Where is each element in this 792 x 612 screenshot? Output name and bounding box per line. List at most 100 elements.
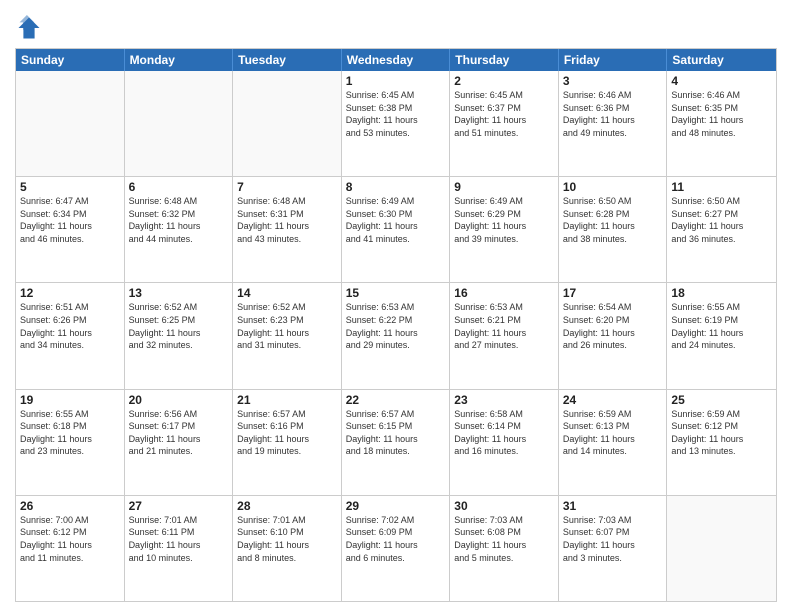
day-info: Sunrise: 7:03 AM Sunset: 6:08 PM Dayligh…	[454, 514, 554, 564]
day-info: Sunrise: 6:53 AM Sunset: 6:22 PM Dayligh…	[346, 301, 446, 351]
cal-cell: 25Sunrise: 6:59 AM Sunset: 6:12 PM Dayli…	[667, 390, 776, 495]
week-row-1: 1Sunrise: 6:45 AM Sunset: 6:38 PM Daylig…	[16, 71, 776, 176]
day-number: 4	[671, 74, 772, 88]
cal-cell: 11Sunrise: 6:50 AM Sunset: 6:27 PM Dayli…	[667, 177, 776, 282]
header-cell-sunday: Sunday	[16, 49, 125, 71]
day-info: Sunrise: 6:54 AM Sunset: 6:20 PM Dayligh…	[563, 301, 663, 351]
day-info: Sunrise: 6:55 AM Sunset: 6:18 PM Dayligh…	[20, 408, 120, 458]
day-info: Sunrise: 7:01 AM Sunset: 6:10 PM Dayligh…	[237, 514, 337, 564]
day-info: Sunrise: 6:56 AM Sunset: 6:17 PM Dayligh…	[129, 408, 229, 458]
day-number: 13	[129, 286, 229, 300]
day-info: Sunrise: 6:47 AM Sunset: 6:34 PM Dayligh…	[20, 195, 120, 245]
header-cell-wednesday: Wednesday	[342, 49, 451, 71]
day-info: Sunrise: 6:52 AM Sunset: 6:25 PM Dayligh…	[129, 301, 229, 351]
cal-cell: 2Sunrise: 6:45 AM Sunset: 6:37 PM Daylig…	[450, 71, 559, 176]
day-info: Sunrise: 6:49 AM Sunset: 6:30 PM Dayligh…	[346, 195, 446, 245]
cal-cell	[233, 71, 342, 176]
cal-cell: 7Sunrise: 6:48 AM Sunset: 6:31 PM Daylig…	[233, 177, 342, 282]
day-info: Sunrise: 7:01 AM Sunset: 6:11 PM Dayligh…	[129, 514, 229, 564]
week-row-5: 26Sunrise: 7:00 AM Sunset: 6:12 PM Dayli…	[16, 495, 776, 601]
cal-cell	[125, 71, 234, 176]
day-info: Sunrise: 6:49 AM Sunset: 6:29 PM Dayligh…	[454, 195, 554, 245]
week-row-2: 5Sunrise: 6:47 AM Sunset: 6:34 PM Daylig…	[16, 176, 776, 282]
cal-cell: 24Sunrise: 6:59 AM Sunset: 6:13 PM Dayli…	[559, 390, 668, 495]
day-number: 30	[454, 499, 554, 513]
cal-cell: 17Sunrise: 6:54 AM Sunset: 6:20 PM Dayli…	[559, 283, 668, 388]
cal-cell: 14Sunrise: 6:52 AM Sunset: 6:23 PM Dayli…	[233, 283, 342, 388]
day-number: 22	[346, 393, 446, 407]
header-cell-tuesday: Tuesday	[233, 49, 342, 71]
day-number: 9	[454, 180, 554, 194]
cal-cell: 31Sunrise: 7:03 AM Sunset: 6:07 PM Dayli…	[559, 496, 668, 601]
logo-icon	[15, 14, 43, 42]
day-info: Sunrise: 6:53 AM Sunset: 6:21 PM Dayligh…	[454, 301, 554, 351]
calendar: SundayMondayTuesdayWednesdayThursdayFrid…	[15, 48, 777, 602]
cal-cell: 9Sunrise: 6:49 AM Sunset: 6:29 PM Daylig…	[450, 177, 559, 282]
cal-cell: 12Sunrise: 6:51 AM Sunset: 6:26 PM Dayli…	[16, 283, 125, 388]
day-info: Sunrise: 6:46 AM Sunset: 6:35 PM Dayligh…	[671, 89, 772, 139]
cal-cell: 15Sunrise: 6:53 AM Sunset: 6:22 PM Dayli…	[342, 283, 451, 388]
cal-cell: 28Sunrise: 7:01 AM Sunset: 6:10 PM Dayli…	[233, 496, 342, 601]
cal-cell: 29Sunrise: 7:02 AM Sunset: 6:09 PM Dayli…	[342, 496, 451, 601]
cal-cell: 27Sunrise: 7:01 AM Sunset: 6:11 PM Dayli…	[125, 496, 234, 601]
day-number: 16	[454, 286, 554, 300]
day-number: 8	[346, 180, 446, 194]
cal-cell: 3Sunrise: 6:46 AM Sunset: 6:36 PM Daylig…	[559, 71, 668, 176]
day-number: 2	[454, 74, 554, 88]
cal-cell	[667, 496, 776, 601]
day-number: 26	[20, 499, 120, 513]
page: SundayMondayTuesdayWednesdayThursdayFrid…	[0, 0, 792, 612]
header	[15, 10, 777, 42]
day-number: 14	[237, 286, 337, 300]
cal-cell: 19Sunrise: 6:55 AM Sunset: 6:18 PM Dayli…	[16, 390, 125, 495]
day-info: Sunrise: 6:46 AM Sunset: 6:36 PM Dayligh…	[563, 89, 663, 139]
day-info: Sunrise: 6:55 AM Sunset: 6:19 PM Dayligh…	[671, 301, 772, 351]
day-number: 15	[346, 286, 446, 300]
day-number: 12	[20, 286, 120, 300]
day-number: 1	[346, 74, 446, 88]
header-cell-thursday: Thursday	[450, 49, 559, 71]
day-info: Sunrise: 6:48 AM Sunset: 6:31 PM Dayligh…	[237, 195, 337, 245]
day-number: 21	[237, 393, 337, 407]
day-number: 11	[671, 180, 772, 194]
week-row-4: 19Sunrise: 6:55 AM Sunset: 6:18 PM Dayli…	[16, 389, 776, 495]
cal-cell: 20Sunrise: 6:56 AM Sunset: 6:17 PM Dayli…	[125, 390, 234, 495]
week-row-3: 12Sunrise: 6:51 AM Sunset: 6:26 PM Dayli…	[16, 282, 776, 388]
day-info: Sunrise: 6:45 AM Sunset: 6:37 PM Dayligh…	[454, 89, 554, 139]
cal-cell: 23Sunrise: 6:58 AM Sunset: 6:14 PM Dayli…	[450, 390, 559, 495]
cal-cell: 6Sunrise: 6:48 AM Sunset: 6:32 PM Daylig…	[125, 177, 234, 282]
day-number: 25	[671, 393, 772, 407]
day-number: 5	[20, 180, 120, 194]
day-info: Sunrise: 6:51 AM Sunset: 6:26 PM Dayligh…	[20, 301, 120, 351]
cal-cell: 16Sunrise: 6:53 AM Sunset: 6:21 PM Dayli…	[450, 283, 559, 388]
day-info: Sunrise: 6:50 AM Sunset: 6:27 PM Dayligh…	[671, 195, 772, 245]
cal-cell: 26Sunrise: 7:00 AM Sunset: 6:12 PM Dayli…	[16, 496, 125, 601]
cal-cell: 1Sunrise: 6:45 AM Sunset: 6:38 PM Daylig…	[342, 71, 451, 176]
day-number: 10	[563, 180, 663, 194]
day-info: Sunrise: 6:57 AM Sunset: 6:16 PM Dayligh…	[237, 408, 337, 458]
calendar-header: SundayMondayTuesdayWednesdayThursdayFrid…	[16, 49, 776, 71]
day-info: Sunrise: 6:48 AM Sunset: 6:32 PM Dayligh…	[129, 195, 229, 245]
header-cell-saturday: Saturday	[667, 49, 776, 71]
header-cell-monday: Monday	[125, 49, 234, 71]
cal-cell: 21Sunrise: 6:57 AM Sunset: 6:16 PM Dayli…	[233, 390, 342, 495]
day-info: Sunrise: 6:58 AM Sunset: 6:14 PM Dayligh…	[454, 408, 554, 458]
day-info: Sunrise: 7:02 AM Sunset: 6:09 PM Dayligh…	[346, 514, 446, 564]
header-cell-friday: Friday	[559, 49, 668, 71]
cal-cell: 22Sunrise: 6:57 AM Sunset: 6:15 PM Dayli…	[342, 390, 451, 495]
logo	[15, 14, 47, 42]
cal-cell: 18Sunrise: 6:55 AM Sunset: 6:19 PM Dayli…	[667, 283, 776, 388]
day-info: Sunrise: 6:50 AM Sunset: 6:28 PM Dayligh…	[563, 195, 663, 245]
cal-cell: 5Sunrise: 6:47 AM Sunset: 6:34 PM Daylig…	[16, 177, 125, 282]
cal-cell: 10Sunrise: 6:50 AM Sunset: 6:28 PM Dayli…	[559, 177, 668, 282]
day-number: 28	[237, 499, 337, 513]
day-number: 17	[563, 286, 663, 300]
day-number: 7	[237, 180, 337, 194]
day-info: Sunrise: 6:52 AM Sunset: 6:23 PM Dayligh…	[237, 301, 337, 351]
day-number: 23	[454, 393, 554, 407]
cal-cell: 8Sunrise: 6:49 AM Sunset: 6:30 PM Daylig…	[342, 177, 451, 282]
cal-cell	[16, 71, 125, 176]
cal-cell: 13Sunrise: 6:52 AM Sunset: 6:25 PM Dayli…	[125, 283, 234, 388]
cal-cell: 4Sunrise: 6:46 AM Sunset: 6:35 PM Daylig…	[667, 71, 776, 176]
day-number: 20	[129, 393, 229, 407]
